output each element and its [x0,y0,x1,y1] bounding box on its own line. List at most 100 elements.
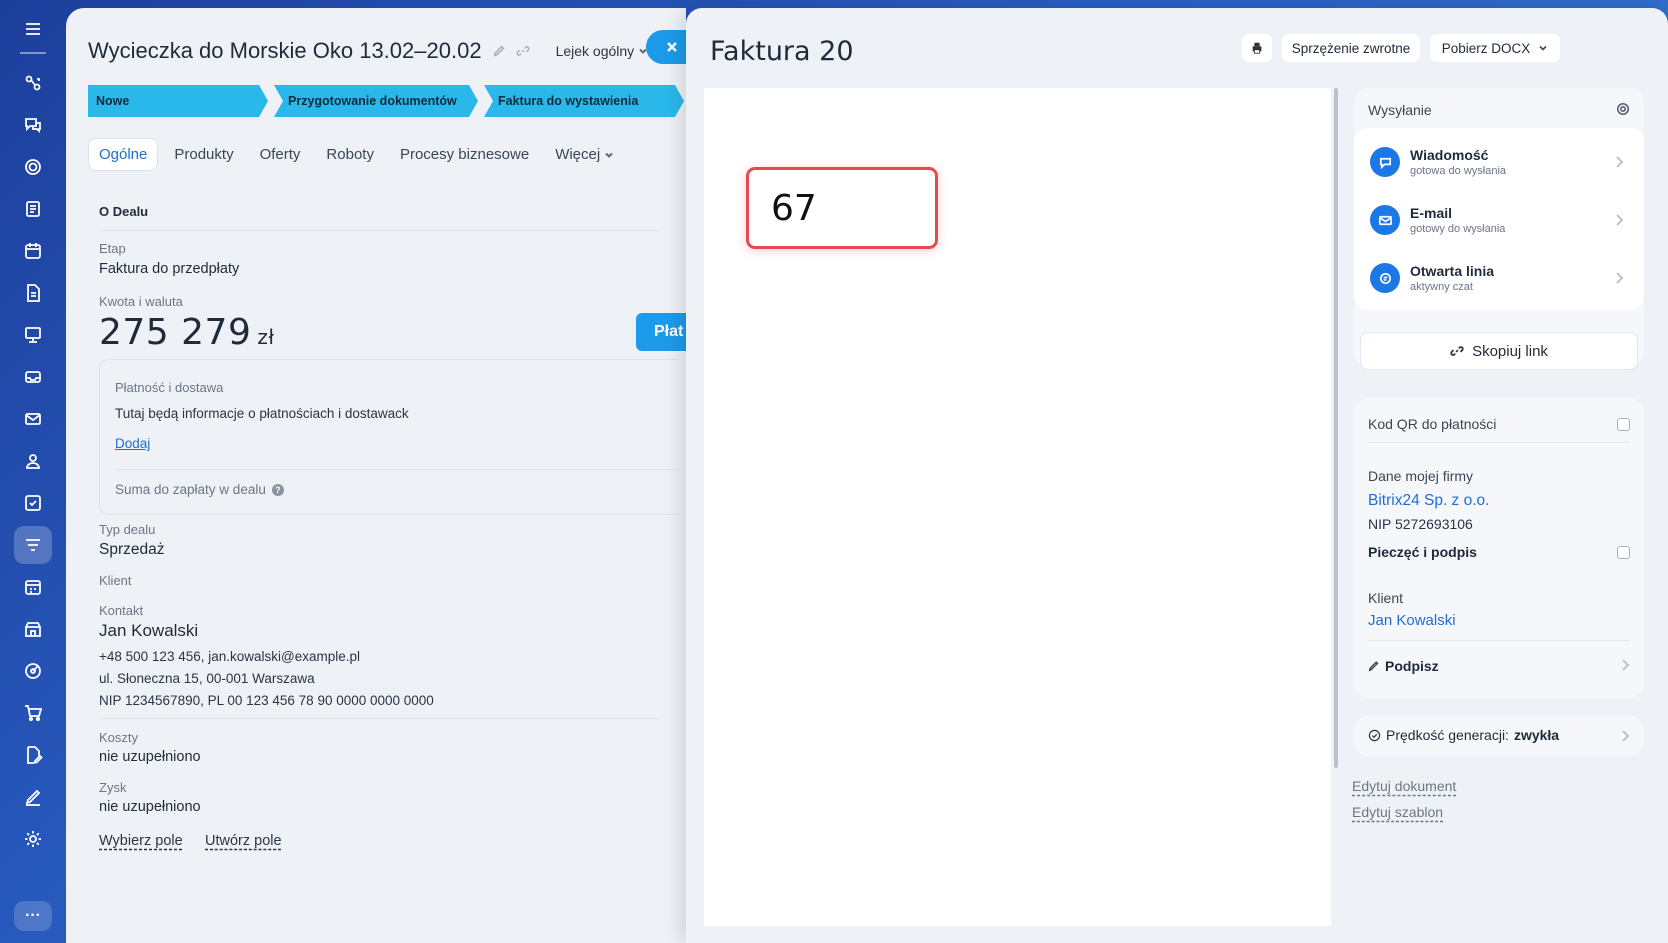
download-docx-button[interactable]: Pobierz DOCX [1430,34,1560,62]
tab-procesy[interactable]: Procesy biznesowe [390,139,539,170]
nav-crm-funnel-icon[interactable] [14,526,52,564]
chevron-down-icon [605,152,613,158]
edit-document-link[interactable]: Edytuj dokument [1352,778,1456,794]
nav-tasks-icon[interactable] [14,484,52,522]
nav-documents-icon[interactable] [14,274,52,312]
chevron-right-icon [1615,155,1624,169]
sign-row[interactable]: Podpisz [1368,658,1439,674]
divider [1368,640,1630,641]
add-payment-link[interactable]: Dodaj [115,436,150,451]
deal-title: Wycieczka do Morskie Oko 13.02–20.02 [88,38,482,63]
stage-faktura[interactable]: Faktura do wystawienia [484,85,684,117]
nav-settings-icon[interactable] [14,820,52,858]
nav-booking-icon[interactable] [14,568,52,606]
speed-value: zwykła [1513,727,1560,743]
costs-label: Koszty [99,730,139,745]
nav-automation-icon[interactable] [14,64,52,102]
nav-mail-icon[interactable] [14,400,52,438]
chevron-right-icon [1621,658,1630,672]
profit-value[interactable]: nie uzupełniono [99,799,201,815]
nav-board-icon[interactable] [14,316,52,354]
nav-inbox-icon[interactable] [14,358,52,396]
channel-name: Otwarta linia [1410,263,1495,279]
nav-contacts-icon[interactable] [14,442,52,480]
nav-calendar-icon[interactable] [14,232,52,270]
stage-przygotowanie[interactable]: Przygotowanie dokumentów [274,85,478,117]
pay-button[interactable]: Płat [636,313,686,351]
stage-label: Faktura do wystawienia [498,94,639,108]
amount-value[interactable]: 275 279 zł [99,312,275,353]
channel-status: aktywny czat [1410,281,1473,293]
payment-text: Tutaj będą informacje o płatnościach i d… [115,406,409,421]
tab-produkty[interactable]: Produkty [164,139,243,170]
nav-sign-document-icon[interactable] [14,736,52,774]
qr-checkbox[interactable] [1617,418,1630,431]
company-label: Dane mojej firmy [1368,468,1474,484]
stage-label: Nowe [96,94,130,108]
gear-icon[interactable] [1616,102,1630,121]
channel-status: gotowy do wysłania [1410,223,1506,235]
stage-field-value[interactable]: Faktura do przedpłaty [99,261,239,277]
seal-label: Pieczęć i podpis [1368,544,1477,560]
channels-list: Wiadomość gotowa do wysłania E-mail goto… [1354,128,1644,310]
deal-header: Wycieczka do Morskie Oko 13.02–20.02 Lej… [88,38,648,64]
edit-template-link[interactable]: Edytuj szablon [1352,804,1443,820]
close-button[interactable] [646,30,686,64]
seal-checkbox[interactable] [1617,546,1630,559]
deal-type-value[interactable]: Sprzedaż [99,541,164,559]
print-button[interactable] [1242,34,1272,62]
feedback-button[interactable]: Sprzężenie zwrotne [1282,34,1420,62]
costs-value[interactable]: nie uzupełniono [99,749,201,765]
nav-cart-icon[interactable] [14,694,52,732]
nav-goals-icon[interactable] [14,652,52,690]
funnel-selector[interactable]: Lejek ogólny [556,43,649,59]
sending-title: Wysyłanie [1368,102,1432,118]
contact-name[interactable]: Jan Kowalski [99,621,198,641]
chevron-down-icon [1539,45,1547,51]
openline-icon [1370,263,1400,293]
client-label: Klient [1368,590,1404,606]
link-icon[interactable] [516,44,530,58]
tab-wiecej[interactable]: Więcej [545,139,624,170]
channel-message[interactable]: Wiadomość gotowa do wysłania [1370,136,1628,188]
invoice-number-highlight: 67 [746,167,938,249]
check-circle-icon [1368,729,1381,741]
nav-news-icon[interactable] [14,190,52,228]
generation-speed-row[interactable]: Prędkość generacji: zwykła [1354,716,1644,756]
contact-address: ul. Słoneczna 15, 00-001 Warszawa [99,671,315,686]
invoice-slider: Faktura 20 Sprzężenie zwrotne Pobierz DO… [686,8,1668,943]
company-name-link[interactable]: Bitrix24 Sp. z o.o. [1368,492,1489,510]
tab-ogolne[interactable]: Ogólne [88,138,159,171]
edit-pencil-icon[interactable] [492,44,506,58]
payment-delivery-box: Płatność i dostawa Tutaj będą informacje… [99,359,679,515]
tab-label: Ogólne [99,146,148,163]
nav-sign-pen-icon[interactable] [14,778,52,816]
channel-open-line[interactable]: Otwarta linia aktywny czat [1370,252,1628,304]
nav-store-icon[interactable] [14,610,52,648]
amount-currency: zł [257,325,275,349]
sending-card: Wysyłanie Wiadomość gotowa do wysłania E… [1354,88,1644,366]
choose-field-link[interactable]: Wybierz pole [99,833,183,849]
nav-chat-icon[interactable] [14,106,52,144]
sign-label: Podpisz [1385,658,1439,674]
create-field-link[interactable]: Utwórz pole [205,833,282,849]
channel-email[interactable]: E-mail gotowy do wysłania [1370,194,1628,246]
copy-link-button[interactable]: Skopiuj link [1360,332,1638,370]
left-navigation: ··· [0,0,66,943]
section-title: O Dealu [99,204,149,219]
client-name-link[interactable]: Jan Kowalski [1368,612,1456,629]
nav-target-icon[interactable] [14,148,52,186]
more-icon[interactable]: ··· [14,901,52,931]
scrollbar[interactable] [1334,88,1338,768]
printer-icon [1252,42,1262,54]
menu-icon[interactable] [16,12,50,46]
stage-nowe[interactable]: Nowe [88,85,268,117]
link-icon [1450,346,1464,356]
document-settings-card: Kod QR do płatności Dane mojej firmy Bit… [1354,398,1644,698]
tab-roboty[interactable]: Roboty [316,139,384,170]
feedback-label: Sprzężenie zwrotne [1291,40,1411,56]
tab-oferty[interactable]: Oferty [250,139,311,170]
client-label: Klient [99,573,132,588]
help-icon[interactable]: ? [271,483,284,496]
close-icon [667,42,677,52]
